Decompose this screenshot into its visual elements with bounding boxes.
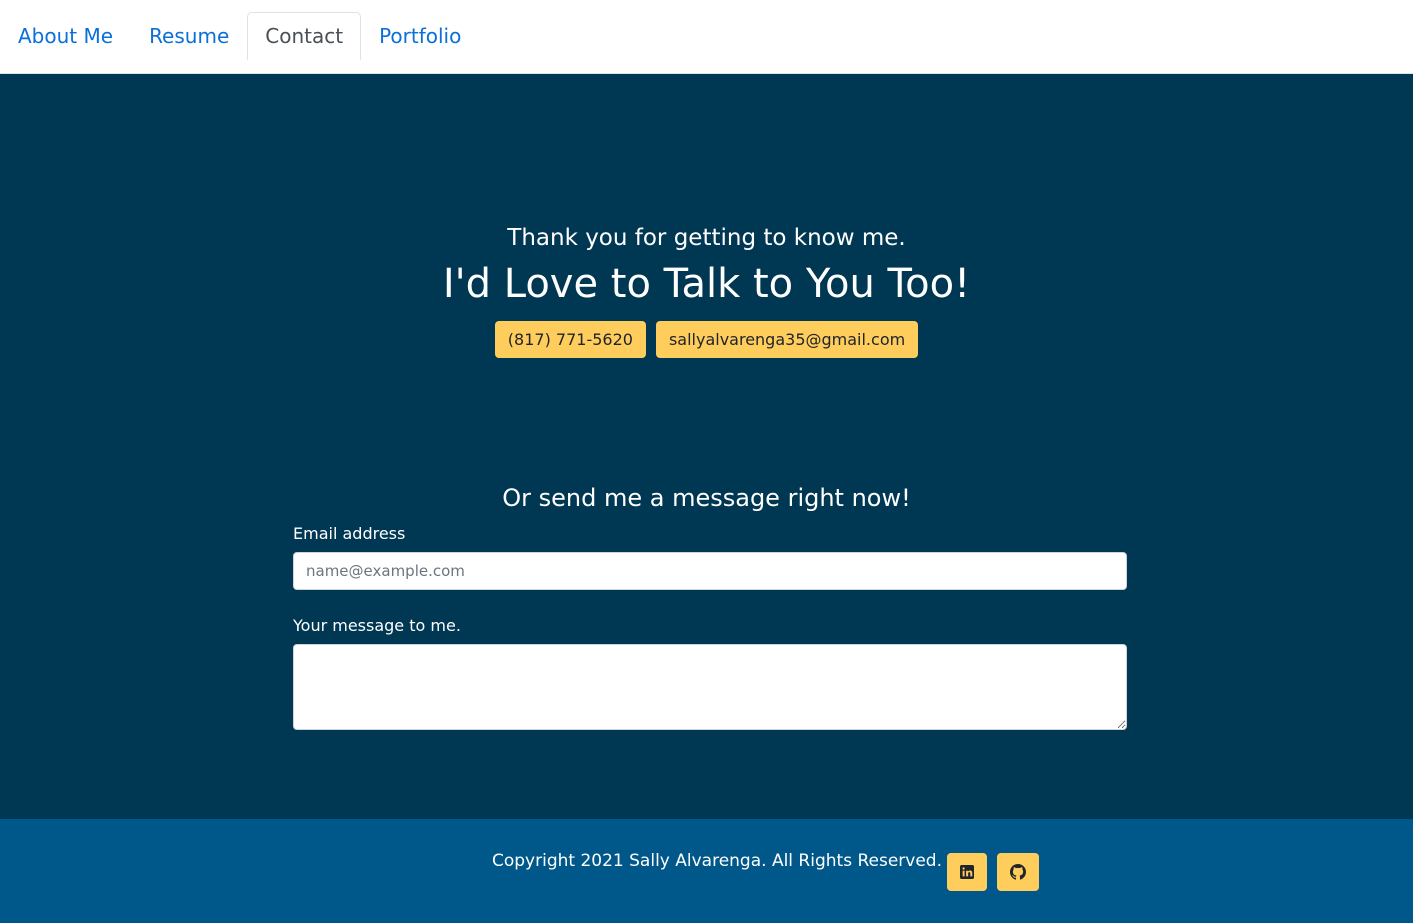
github-icon [1010,864,1026,880]
contact-buttons: (817) 771-5620 sallyalvarenga35@gmail.co… [0,321,1413,358]
email-button[interactable]: sallyalvarenga35@gmail.com [655,321,919,358]
contact-section: Thank you for getting to know me. I'd Lo… [0,74,1413,819]
form-title: Or send me a message right now! [502,484,911,512]
copyright-text: Copyright 2021 Sally Alvarenga. All Righ… [492,851,942,871]
github-button[interactable] [997,853,1039,891]
linkedin-icon [960,865,974,879]
tab-portfolio[interactable]: Portfolio [361,12,479,60]
footer: Copyright 2021 Sally Alvarenga. All Righ… [0,819,1413,923]
hero-headline: I'd Love to Talk to You Too! [442,261,971,307]
nav-tabs: About Me Resume Contact Portfolio [0,12,479,60]
email-label: Email address [293,524,406,543]
message-label: Your message to me. [293,616,461,635]
hero-subtitle: Thank you for getting to know me. [507,225,906,251]
navbar: About Me Resume Contact Portfolio [0,0,1413,74]
tab-resume[interactable]: Resume [131,12,247,60]
message-form: Email address Your message to me. [293,522,1127,730]
linkedin-button[interactable] [947,853,987,891]
message-textarea[interactable] [293,644,1127,730]
message-group: Your message to me. [293,614,1127,730]
tab-about-me[interactable]: About Me [0,12,131,60]
phone-button[interactable]: (817) 771-5620 [494,321,646,358]
email-field[interactable] [293,552,1127,590]
tab-contact[interactable]: Contact [247,12,362,60]
